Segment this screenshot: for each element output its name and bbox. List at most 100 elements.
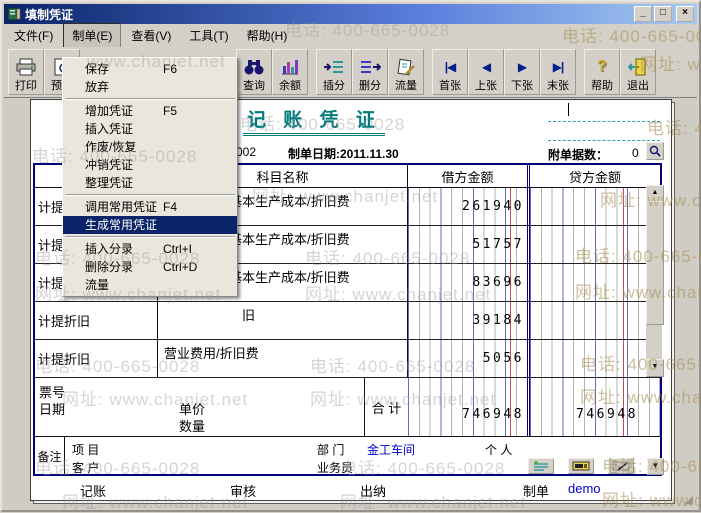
- debit-cell[interactable]: 51757: [408, 226, 527, 263]
- table-row: 计提折旧 旧 39184: [35, 302, 660, 340]
- menu-item-add-voucher[interactable]: 增加凭证 F5: [63, 102, 237, 120]
- menu-view[interactable]: 查看(V): [123, 24, 179, 47]
- magnifier-icon: [649, 145, 661, 157]
- app-icon: [7, 7, 21, 21]
- department-value[interactable]: 金工车间: [367, 441, 415, 458]
- print-button[interactable]: 打印: [8, 49, 44, 95]
- balance-button[interactable]: 余额: [272, 49, 308, 95]
- toolbar-label: 退出: [627, 80, 649, 92]
- delete-entry-icon: [359, 55, 381, 79]
- account-cell[interactable]: 营业费用/折旧费: [158, 340, 408, 377]
- debit-cell[interactable]: 83696: [408, 264, 527, 301]
- menu-item-delete-entry[interactable]: 删除分录 Ctrl+D: [63, 258, 237, 276]
- last-voucher-button[interactable]: ▶| 末张: [540, 49, 576, 95]
- edit-tool-button[interactable]: [608, 458, 634, 474]
- vertical-scrollbar[interactable]: ▲ ▼: [646, 185, 664, 377]
- query-button[interactable]: 查询: [236, 49, 272, 95]
- remark-dropdown-button[interactable]: ▼: [647, 458, 664, 475]
- menu-item-save[interactable]: 保存 F6: [63, 60, 237, 78]
- voucher-number: 002: [236, 145, 257, 159]
- customer-label: 客 户: [72, 461, 100, 475]
- toolbar-label: 帮助: [591, 80, 613, 92]
- first-icon: |◀: [444, 60, 457, 74]
- credit-cell[interactable]: [527, 226, 660, 263]
- menu-separator: [65, 236, 235, 238]
- card-tool-button[interactable]: [568, 458, 594, 474]
- scroll-down-button[interactable]: ▼: [646, 359, 664, 377]
- total-credit: 746948: [527, 378, 660, 436]
- flow-icon: [396, 55, 416, 79]
- credit-cell[interactable]: [527, 188, 660, 225]
- menu-make-voucher[interactable]: 制单(E): [63, 23, 122, 48]
- menu-bar: 文件(F) 制单(E) 查看(V) 工具(T) 帮助(H): [4, 23, 697, 48]
- close-button[interactable]: ×: [676, 6, 694, 22]
- toolbar-label: 末张: [547, 80, 569, 92]
- summary-cell[interactable]: 计提折旧: [35, 302, 158, 339]
- window-title: 填制凭证: [25, 7, 74, 22]
- voucher-title: 记 账 凭 证: [243, 105, 385, 136]
- menu-item-flow[interactable]: 流量: [63, 276, 237, 294]
- menu-item-void-restore[interactable]: 作废/恢复: [63, 138, 237, 156]
- resize-grip[interactable]: ◢: [685, 493, 693, 506]
- signature-stamp-button[interactable]: [528, 458, 554, 474]
- make-voucher-menu: 保存 F6 放弃 增加凭证 F5 插入凭证 作废/恢复 冲销凭证 整理凭证 调用常用…: [62, 57, 238, 297]
- department-label: 部 门: [317, 443, 345, 457]
- debit-cell[interactable]: 261940: [408, 188, 527, 225]
- total-row: 票号 日期 单价 数量 合 计 746948 746948: [35, 378, 660, 437]
- help-icon: ?: [597, 58, 607, 75]
- toolbar-label: 流量: [395, 80, 417, 92]
- credit-cell[interactable]: [527, 302, 660, 339]
- toolbar-label: 首张: [439, 80, 461, 92]
- credit-cell[interactable]: [527, 340, 660, 377]
- toolbar-label: 下张: [511, 80, 533, 92]
- help-button[interactable]: ? 帮助: [584, 49, 620, 95]
- insert-entry-button[interactable]: 插分: [316, 49, 352, 95]
- salesman-label: 业务员: [317, 461, 354, 475]
- dashed-field-line[interactable]: [548, 140, 660, 141]
- menu-item-discard[interactable]: 放弃: [63, 78, 237, 96]
- menu-file[interactable]: 文件(F): [6, 24, 61, 47]
- exit-button[interactable]: 退出: [620, 49, 656, 95]
- menu-item-generate-common-voucher[interactable]: 生成常用凭证: [63, 216, 237, 234]
- next-voucher-button[interactable]: ▶ 下张: [504, 49, 540, 95]
- flow-button[interactable]: 流量: [388, 49, 424, 95]
- menu-item-insert-entry[interactable]: 插入分录 Ctrl+I: [63, 240, 237, 258]
- table-row: 计提折旧 营业费用/折旧费 5056: [35, 340, 660, 378]
- menu-item-call-common-voucher[interactable]: 调用常用凭证 F4: [63, 198, 237, 216]
- toolbar-label: 打印: [15, 80, 37, 92]
- signature-row: 记账 审核 出纳 制单 demo: [33, 479, 662, 499]
- maximize-button[interactable]: □: [654, 6, 672, 22]
- total-debit: 746948: [408, 378, 527, 436]
- signature-lines-icon: [534, 461, 548, 471]
- bar-chart-icon: [280, 55, 300, 79]
- minimize-button[interactable]: _: [634, 6, 652, 22]
- menu-tools[interactable]: 工具(T): [181, 24, 236, 47]
- prev-voucher-button[interactable]: ◀ 上张: [468, 49, 504, 95]
- account-cell[interactable]: 旧: [158, 302, 408, 339]
- pencil-grid-icon: [612, 461, 630, 471]
- quantity-label: 数量: [179, 419, 206, 434]
- prev-icon: ◀: [481, 60, 491, 74]
- summary-cell[interactable]: 计提折旧: [35, 340, 158, 377]
- credit-cell[interactable]: [527, 264, 660, 301]
- first-voucher-button[interactable]: |◀ 首张: [432, 49, 468, 95]
- toolbar-label: 删分: [359, 80, 381, 92]
- menu-help[interactable]: 帮助(H): [239, 24, 296, 47]
- menu-item-reverse-voucher[interactable]: 冲销凭证: [63, 156, 237, 174]
- review-label: 审核: [230, 484, 257, 499]
- header-debit: 借方金额: [441, 169, 494, 185]
- scrollbar-thumb[interactable]: [646, 201, 664, 325]
- insert-entry-icon: [323, 55, 345, 79]
- delete-entry-button[interactable]: 删分: [352, 49, 388, 95]
- attachments-zoom-button[interactable]: [646, 142, 664, 160]
- card-icon: [572, 461, 590, 471]
- menu-item-insert-voucher[interactable]: 插入凭证: [63, 120, 237, 138]
- debit-cell[interactable]: 5056: [408, 340, 527, 377]
- menu-item-arrange-voucher[interactable]: 整理凭证: [63, 174, 237, 192]
- dashed-field-line[interactable]: [548, 121, 660, 122]
- bookkeeping-label: 记账: [80, 484, 107, 499]
- next-icon: ▶: [517, 60, 527, 74]
- debit-cell[interactable]: 39184: [408, 302, 527, 339]
- remark-label: 备注: [35, 437, 65, 476]
- attachments-value[interactable]: 0: [632, 146, 639, 160]
